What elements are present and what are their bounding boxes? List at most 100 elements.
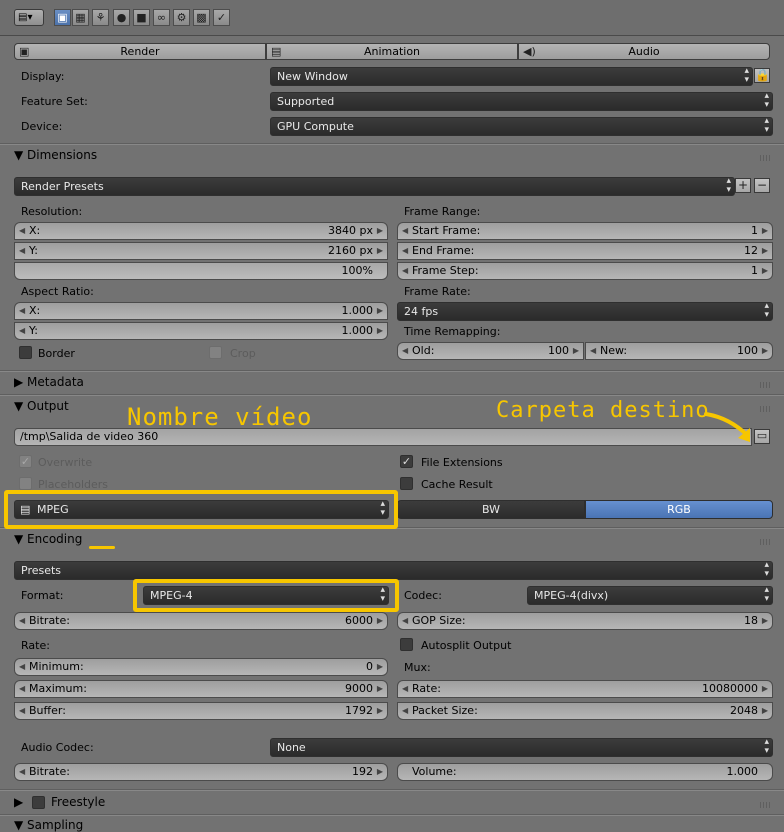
end-frame-field[interactable]: ◀ End Frame: 12 ▶ [397,242,773,260]
sampling-panel-header[interactable]: ▼ Sampling [14,818,83,832]
drag-grip-icon[interactable] [760,155,770,161]
divider [0,144,784,145]
drag-grip-icon[interactable] [760,406,770,412]
time-remapping-label: Time Remapping: [404,325,501,338]
updown-arrow-icon: ▴ ▾ [744,66,749,85]
device-dropdown[interactable]: GPU Compute ▴ ▾ [270,117,773,136]
divider [0,790,784,791]
object-icon[interactable]: ■ [133,9,150,26]
codec-label: Codec: [404,589,442,602]
audio-button[interactable]: ◀) Audio [518,43,770,60]
modifiers-icon[interactable]: ⚙ [173,9,190,26]
codec-dropdown[interactable]: MPEG-4(divx) ▴ ▾ [527,586,773,605]
format-label: Format: [21,589,64,602]
freestyle-checkbox[interactable] [32,796,45,809]
dimensions-panel-header[interactable]: ▼ Dimensions [14,148,97,162]
add-preset-button[interactable]: + [735,178,751,193]
updown-arrow-icon: ▴ ▾ [764,301,769,320]
placeholders-checkbox[interactable] [19,477,32,490]
resolution-y-field[interactable]: ◀ Y: 2160 px ▶ [14,242,388,260]
encoding-presets-dropdown[interactable]: Presets ▴ ▾ [14,561,773,580]
rate-label: Rate: [21,639,50,652]
overwrite-checkbox[interactable]: ✓ [19,455,32,468]
bitrate-field[interactable]: ◀ Bitrate: 6000 ▶ [14,612,388,630]
freestyle-panel-header[interactable]: ▶ [14,795,23,809]
drag-grip-icon[interactable] [760,802,770,808]
underline-annotation [89,546,115,549]
feature-set-dropdown[interactable]: Supported ▴ ▾ [270,92,773,111]
video-name-annotation: Nombre vídeo [127,403,313,431]
drag-grip-icon[interactable] [760,539,770,545]
border-label: Border [38,347,75,360]
frame-rate-label: Frame Rate: [404,285,471,298]
format-highlight-box [4,490,398,529]
render-context-icon[interactable]: ▣ [54,9,71,26]
start-frame-field[interactable]: ◀ Start Frame: 1 ▶ [397,222,773,240]
output-path-field[interactable]: /tmp\Salida de video 360 [14,428,752,446]
resolution-percent-slider[interactable]: 100% [14,262,388,280]
frame-rate-dropdown[interactable]: 24 fps ▴ ▾ [397,302,773,321]
output-panel-header[interactable]: ▼ Output [14,399,69,413]
divider [0,371,784,372]
overwrite-label: Overwrite [38,456,93,469]
buffer-field[interactable]: ◀ Buffer: 1792 ▶ [14,702,388,720]
drag-grip-icon[interactable] [760,382,770,388]
clapper-icon: ▤ [271,45,282,58]
world-icon[interactable]: ● [113,9,130,26]
mux-label: Mux: [404,661,431,674]
border-checkbox[interactable] [19,346,32,359]
file-extensions-checkbox[interactable]: ✓ [400,455,413,468]
gop-size-field[interactable]: ◀ GOP Size: 18 ▶ [397,612,773,630]
maximum-rate-field[interactable]: ◀ Maximum: 9000 ▶ [14,680,388,698]
resolution-x-field[interactable]: ◀ X: 3840 px ▶ [14,222,388,240]
crop-checkbox[interactable] [209,346,222,359]
texture-icon[interactable]: ▩ [193,9,210,26]
freestyle-label: Freestyle [51,795,106,809]
render-button[interactable]: ▣ Render [14,43,266,60]
volume-slider[interactable]: Volume: 1.000 [397,763,773,781]
updown-arrow-icon: ▴ ▾ [764,560,769,579]
aspect-ratio-label: Aspect Ratio: [21,285,94,298]
old-field[interactable]: ◀ Old: 100 ▶ [397,342,584,360]
render-layers-icon[interactable]: ▦ [72,9,89,26]
display-label: Display: [21,70,65,83]
frame-step-field[interactable]: ◀ Frame Step: 1 ▶ [397,262,773,280]
packet-size-field[interactable]: ◀ Packet Size: 2048 ▶ [397,702,773,720]
remove-preset-button[interactable]: − [754,178,770,193]
autosplit-label: Autosplit Output [421,639,512,652]
rgb-toggle[interactable]: RGB [585,500,773,519]
updown-arrow-icon: ▴ ▾ [764,91,769,110]
animation-button[interactable]: ▤ Animation [266,43,518,60]
cache-result-label: Cache Result [421,478,493,491]
aspect-y-field[interactable]: ◀ Y: 1.000 ▶ [14,322,388,340]
minimum-rate-field[interactable]: ◀ Minimum: 0 ▶ [14,658,388,676]
constraints-icon[interactable]: ∞ [153,9,170,26]
destination-folder-annotation: Carpeta destino [496,398,710,423]
arrow-annotation [704,412,750,442]
device-label: Device: [21,120,63,133]
audio-codec-dropdown[interactable]: None ▴ ▾ [270,738,773,757]
scene-icon[interactable]: ⚘ [92,9,109,26]
new-field[interactable]: ◀ New: 100 ▶ [585,342,773,360]
updown-arrow-icon: ▴ ▾ [726,176,731,195]
feature-set-label: Feature Set: [21,95,88,108]
cache-result-checkbox[interactable] [400,477,413,490]
container-highlight-box [133,579,399,612]
render-presets-dropdown[interactable]: Render Presets ▴ ▾ [14,177,735,196]
encoding-panel-header[interactable]: ▼ Encoding [14,532,82,546]
aspect-x-field[interactable]: ◀ X: 1.000 ▶ [14,302,388,320]
metadata-panel-header[interactable]: ▶ Metadata [14,375,84,389]
autosplit-checkbox[interactable] [400,638,413,651]
bw-toggle[interactable]: BW [397,500,585,519]
physics-icon[interactable]: ✓ [213,9,230,26]
divider [0,395,784,396]
updown-arrow-icon: ▴ ▾ [764,116,769,135]
mux-rate-field[interactable]: ◀ Rate: 10080000 ▶ [397,680,773,698]
audio-codec-label: Audio Codec: [21,741,94,754]
editor-type-button[interactable]: ▤▾ [14,9,44,26]
frame-range-label: Frame Range: [404,205,481,218]
file-extensions-label: File Extensions [421,456,503,469]
display-dropdown[interactable]: New Window ▴ ▾ [270,67,753,86]
lock-icon[interactable]: 🔒 [754,68,770,83]
audio-bitrate-field[interactable]: ◀ Bitrate: 192 ▶ [14,763,388,781]
